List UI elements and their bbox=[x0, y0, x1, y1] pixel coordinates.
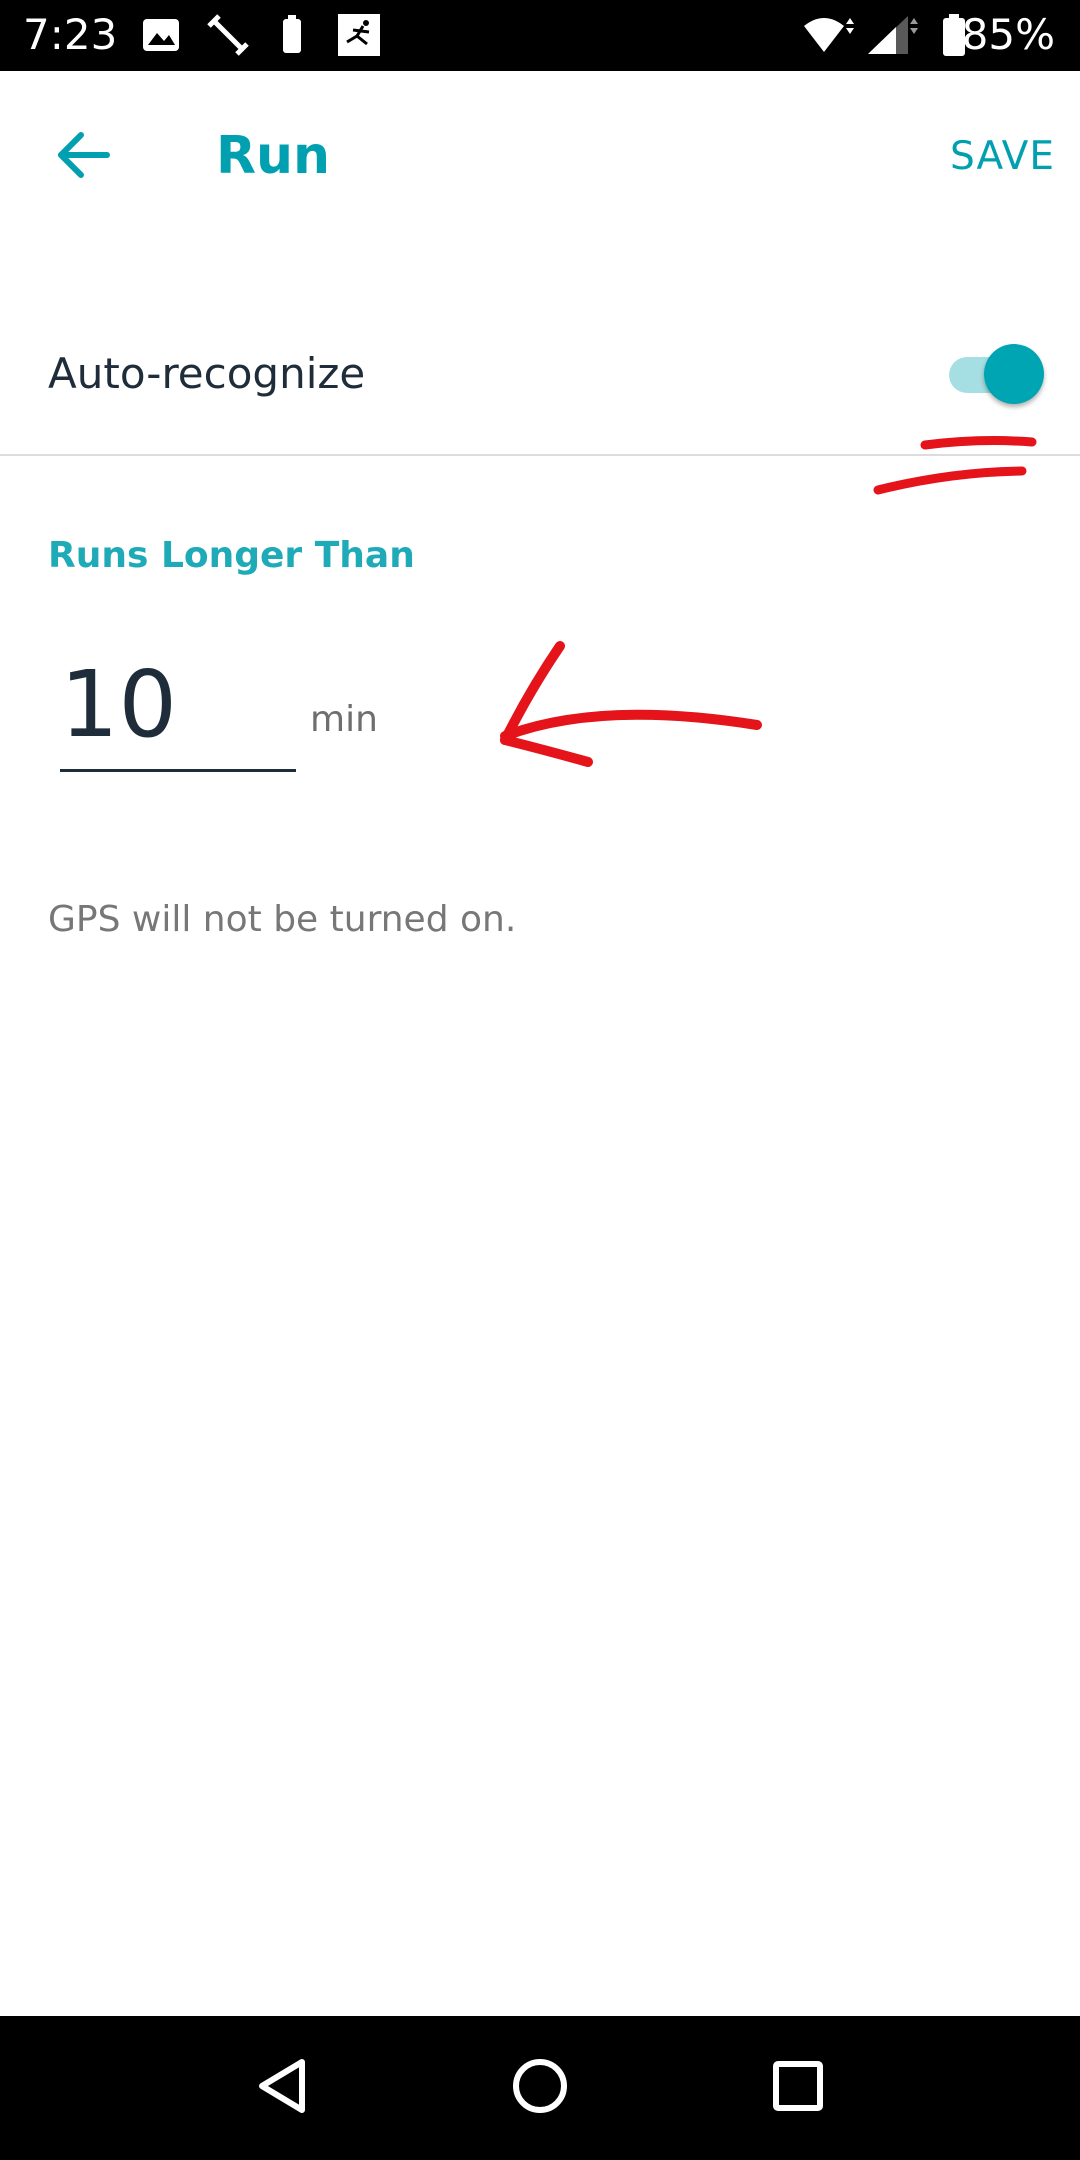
workout-icon bbox=[205, 12, 251, 58]
arrow-back-icon bbox=[55, 130, 111, 184]
save-button[interactable]: SAVE bbox=[950, 129, 1055, 185]
divider bbox=[0, 454, 1080, 456]
duration-input[interactable] bbox=[60, 640, 296, 772]
auto-recognize-row[interactable]: Auto-recognize bbox=[0, 320, 1080, 455]
wifi-icon bbox=[800, 12, 858, 58]
back-triangle-icon bbox=[254, 2056, 310, 2120]
status-bar: 7:23 85% bbox=[0, 0, 1080, 71]
annotation-arrow-shaft bbox=[500, 709, 762, 741]
home-circle-icon bbox=[510, 2056, 570, 2120]
back-button[interactable] bbox=[48, 122, 118, 192]
recents-square-icon bbox=[770, 2058, 826, 2118]
auto-recognize-toggle[interactable] bbox=[945, 342, 1045, 406]
screen: 7:23 85% Run SAVE Auto-recognize Runs Lo… bbox=[0, 0, 1080, 2160]
navigation-bar bbox=[0, 2016, 1080, 2160]
toggle-thumb bbox=[984, 344, 1044, 404]
nav-back-button[interactable] bbox=[246, 2052, 318, 2124]
battery-small-icon bbox=[280, 12, 304, 58]
auto-recognize-label: Auto-recognize bbox=[48, 349, 366, 398]
fitness-app-icon bbox=[337, 12, 381, 58]
page-title: Run bbox=[216, 126, 331, 186]
duration-unit: min bbox=[310, 699, 378, 740]
annotation-arrow-head-upper bbox=[500, 641, 565, 745]
battery-percent: 85% bbox=[961, 10, 1055, 59]
section-heading: Runs Longer Than bbox=[48, 535, 415, 576]
app-bar: Run SAVE bbox=[0, 71, 1080, 241]
gps-note: GPS will not be turned on. bbox=[48, 899, 517, 940]
nav-recents-button[interactable] bbox=[762, 2052, 834, 2124]
signal-icon bbox=[866, 12, 922, 58]
annotation-arrow-head-lower bbox=[500, 735, 593, 767]
nav-home-button[interactable] bbox=[504, 2052, 576, 2124]
annotation-underline-bottom bbox=[873, 466, 1027, 495]
status-time: 7:23 bbox=[23, 10, 118, 59]
image-icon bbox=[141, 12, 181, 58]
